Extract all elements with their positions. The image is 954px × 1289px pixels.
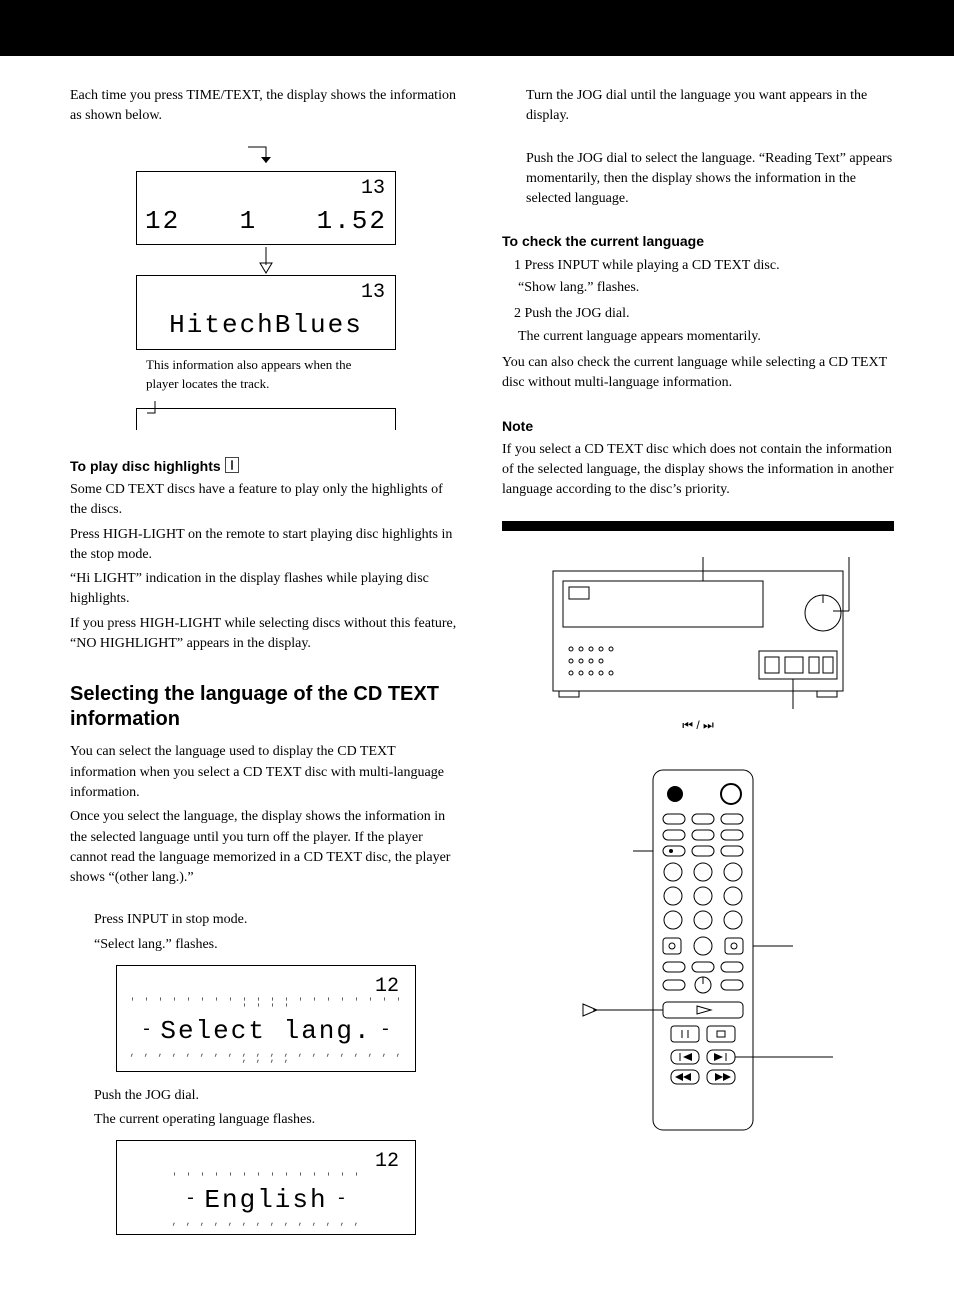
display-box-1: 13 12 1 1.52: [136, 171, 396, 246]
black-header-bar: [0, 0, 954, 56]
lcd-2: 12 ' ' ' ' ' ' ' ' ' ' ' ' ' ' - English…: [116, 1140, 416, 1235]
display-sequence: 13 12 1 1.52 13 HitechBlues This informa…: [70, 145, 462, 430]
lcd-2-wrap: 12 ' ' ' ' ' ' ' ' ' ' ' ' ' ' - English…: [70, 1140, 462, 1235]
disp1-c: 1.52: [317, 203, 387, 241]
c1b: “Show lang.” flashes.: [502, 278, 894, 298]
push-text: Push the JOG dial to select the language…: [526, 149, 894, 210]
lcd2-msg: English: [204, 1182, 327, 1220]
left-column: Each time you press TIME/TEXT, the displ…: [70, 86, 462, 1249]
step2b: The current operating language flashes.: [94, 1110, 462, 1130]
display-box-2: 13 HitechBlues: [136, 275, 396, 350]
c2b: The current language appears momentarily…: [502, 327, 894, 347]
calso: You can also check the current language …: [502, 353, 894, 394]
note-text: If you select a CD TEXT disc which does …: [502, 440, 894, 501]
disp1-top: 13: [137, 172, 395, 203]
step-1: Press INPUT in stop mode. “Select lang.”…: [70, 910, 462, 955]
disp2-top: 13: [137, 276, 395, 307]
down-arrow-icon: [254, 245, 278, 275]
sel-1: You can select the language used to disp…: [70, 742, 462, 803]
step1a: Press INPUT in stop mode.: [94, 910, 462, 930]
disp1-a: 12: [145, 203, 180, 241]
step1b: “Select lang.” flashes.: [94, 935, 462, 955]
hl-3: “Hi LIGHT” indication in the display fla…: [70, 569, 462, 610]
remote-svg: [533, 764, 863, 1144]
check-lang-head: To check the current language: [502, 231, 894, 251]
check-steps: 1 Press INPUT while playing a CD TEXT di…: [502, 256, 894, 347]
lcd1-num: 12: [127, 972, 405, 1001]
device-svg: [533, 551, 863, 711]
hl-2: Press HIGH-LIGHT on the remote to start …: [70, 525, 462, 566]
corner-arrow-icon: [246, 145, 286, 171]
partial-box: [136, 408, 396, 430]
step2a: Push the JOG dial.: [94, 1086, 462, 1106]
skip-label: ⏮ / ⏭: [682, 717, 714, 734]
note-head: Note: [502, 416, 894, 436]
lcd2-num: 12: [127, 1147, 405, 1176]
remote-illustration: [533, 764, 863, 1144]
hl-4: If you press HIGH-LIGHT while selecting …: [70, 614, 462, 655]
turn-step: Turn the JOG dial until the language you…: [502, 86, 894, 127]
right-column: Turn the JOG dial until the language you…: [502, 86, 894, 1249]
language-subhead: Selecting the language of the CD TEXT in…: [70, 682, 462, 732]
lcd-1-wrap: 12 ' ' ' ' ' ' ' ' ' ' ' ' ' ' ' ' ' ' '…: [70, 965, 462, 1072]
step-2: Push the JOG dial. The current operating…: [70, 1086, 462, 1131]
sel-2: Once you select the language, the displa…: [70, 807, 462, 888]
disp2-title: HitechBlues: [169, 307, 363, 345]
lcd1-msg: Select lang.: [160, 1013, 371, 1051]
turn-text: Turn the JOG dial until the language you…: [526, 86, 894, 127]
display-caption: This information also appears when the p…: [146, 356, 386, 394]
c2: 2 Push the JOG dial.: [502, 304, 894, 324]
divider-bar: [502, 521, 894, 531]
remote-icon: [225, 457, 239, 473]
disp1-b: 1: [240, 203, 258, 241]
page-content: Each time you press TIME/TEXT, the displ…: [0, 56, 954, 1289]
highlights-heading: To play disc highlights: [70, 456, 462, 476]
lcd-1: 12 ' ' ' ' ' ' ' ' ' ' ' ' ' ' ' ' ' ' '…: [116, 965, 416, 1072]
device-illustration: ⏮ / ⏭: [502, 551, 894, 734]
c1: 1 Press INPUT while playing a CD TEXT di…: [502, 256, 894, 276]
hl-1: Some CD TEXT discs have a feature to pla…: [70, 480, 462, 521]
push-step: Push the JOG dial to select the language…: [502, 149, 894, 210]
intro-text: Each time you press TIME/TEXT, the displ…: [70, 86, 462, 127]
